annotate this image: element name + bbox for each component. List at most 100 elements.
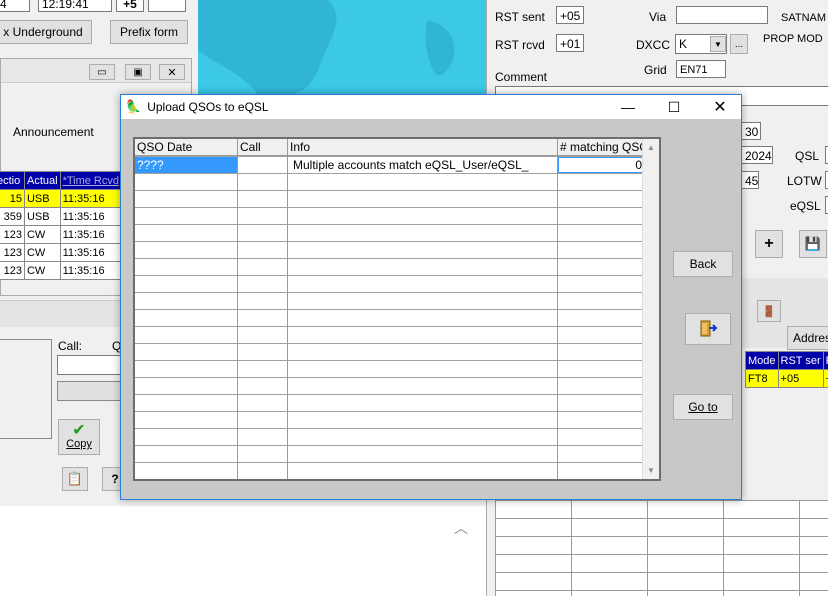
prefix-form-button[interactable]: Prefix form: [110, 20, 188, 44]
underground-button[interactable]: x Underground: [0, 20, 92, 44]
lotw-label: LOTW: [787, 174, 822, 188]
qso-grid: QSO Date Call Info # matching QSO ???? M…: [133, 137, 661, 481]
col-info[interactable]: Info: [288, 139, 558, 156]
comment-label: Comment: [495, 70, 548, 84]
table-cell[interactable]: 11:35:16: [59, 189, 123, 208]
col-time-rcvd[interactable]: *Time Rcvd: [59, 171, 123, 190]
left-lower-panel: Call: Q ✔ Copy 📋 ?: [0, 300, 130, 520]
table-cell[interactable]: 359: [0, 207, 25, 226]
time-field[interactable]: 12:19:41: [38, 0, 112, 12]
minimize-icon[interactable]: —: [605, 95, 651, 119]
dxcc-more-button[interactable]: ...: [730, 34, 748, 54]
table-cell[interactable]: CW: [23, 261, 61, 280]
qso-grid-scrollbar[interactable]: ▲ ▼: [642, 139, 659, 479]
close-icon[interactable]: ✕: [159, 64, 185, 80]
copy-label: Copy: [66, 438, 92, 450]
table-cell[interactable]: 123: [0, 261, 25, 280]
rst-sent-label: RST sent: [495, 10, 545, 24]
table-cell[interactable]: 123: [0, 225, 25, 244]
qso-grid-lines: [135, 156, 645, 479]
grid-field[interactable]: EN71: [676, 60, 726, 78]
lower-strip: [0, 301, 130, 327]
offset-field[interactable]: +5: [116, 0, 144, 12]
exit-button[interactable]: [685, 313, 731, 345]
dialog-titlebar[interactable]: 🦜 Upload QSOs to eQSL — ☐ ✕: [121, 95, 741, 119]
scroll-up-icon[interactable]: ︿: [452, 518, 470, 536]
table-cell[interactable]: 11:35:16: [59, 207, 123, 226]
table-cell[interactable]: 11:35:16: [59, 225, 123, 244]
col-rst-sent[interactable]: RST ser: [777, 351, 824, 370]
col-actual[interactable]: Actual: [23, 171, 61, 190]
table-cell[interactable]: +05: [777, 369, 824, 388]
goto-button[interactable]: Go to: [673, 394, 733, 420]
table-cell[interactable]: 15: [0, 189, 25, 208]
col-mode[interactable]: Mode: [745, 351, 779, 370]
grid-label: Grid: [644, 63, 667, 77]
call-cell[interactable]: [238, 157, 287, 173]
paste-clipboard-button[interactable]: 📋: [62, 467, 88, 491]
qso-grid-header: QSO Date Call Info # matching QSO: [135, 139, 645, 156]
copy-button[interactable]: ✔ Copy: [58, 419, 100, 455]
announcement-tab[interactable]: Announcement: [13, 125, 94, 139]
col-divider: [287, 139, 288, 479]
col-qso-date[interactable]: QSO Date: [135, 139, 238, 156]
rst-rcvd-field[interactable]: +01: [556, 34, 584, 52]
exit-door-icon: [700, 320, 718, 337]
row-partial-field[interactable]: 4: [0, 0, 30, 12]
maximize-icon[interactable]: ☐: [651, 95, 697, 119]
satname-label: SATNAM: [781, 12, 827, 24]
col-call[interactable]: Call: [238, 139, 288, 156]
rst-sent-field[interactable]: +05: [556, 6, 584, 24]
col-divider: [237, 139, 238, 479]
address-tab[interactable]: Addres: [787, 326, 828, 350]
table-cell[interactable]: USB: [23, 207, 61, 226]
eqsl-label: eQSL: [790, 199, 821, 213]
map-landmass: [198, 0, 455, 94]
exit-door-icon-button[interactable]: 🚪: [757, 300, 781, 322]
table-cell[interactable]: FT8: [745, 369, 779, 388]
upload-eqsl-dialog: 🦜 Upload QSOs to eQSL — ☐ ✕ QSO Date Cal…: [120, 94, 742, 500]
call-label: Call:: [58, 339, 83, 353]
dialog-title: Upload QSOs to eQSL: [147, 100, 269, 114]
back-button[interactable]: Back: [673, 251, 733, 277]
scroll-down-icon[interactable]: ▼: [643, 462, 659, 479]
qsl-label: QSL: [795, 149, 820, 163]
via-label: Via: [649, 10, 667, 24]
restore-icon[interactable]: ▣: [125, 64, 151, 80]
add-button[interactable]: +: [755, 230, 783, 258]
left-spots-table: ectio Actual *Time Rcvd 15 USB 11:35:16 …: [0, 171, 123, 280]
chevron-down-icon[interactable]: ▼: [710, 36, 726, 52]
col-divider: [557, 139, 558, 479]
table-cell[interactable]: USB: [23, 189, 61, 208]
notes-box[interactable]: [0, 339, 52, 439]
minimize-icon[interactable]: ▭: [89, 64, 115, 80]
table-cell[interactable]: 11:35:16: [59, 261, 123, 280]
day-field[interactable]: 30: [741, 122, 761, 140]
info-cell[interactable]: Multiple accounts match eQSL_User/eQSL_: [288, 157, 557, 173]
via-field[interactable]: [676, 6, 768, 24]
col-rst-rcvd[interactable]: R: [822, 351, 828, 370]
table-cell[interactable]: CW: [23, 243, 61, 262]
year-field[interactable]: 2024: [741, 146, 773, 164]
matching-cell[interactable]: 0: [558, 157, 645, 173]
table-cell[interactable]: 11:35:16: [59, 243, 123, 262]
dxcc-label: DXCC: [636, 38, 671, 52]
rst-rcvd-label: RST rcvd: [495, 38, 545, 52]
checkmark-icon: ✔: [72, 422, 86, 439]
scroll-up-icon[interactable]: ▲: [643, 139, 659, 156]
col-matching-qso[interactable]: # matching QSO: [558, 139, 645, 156]
table-cell[interactable]: 123: [0, 243, 25, 262]
min-field[interactable]: 45: [741, 171, 759, 189]
table-cell[interactable]: +: [822, 369, 828, 388]
save-button[interactable]: 💾: [799, 230, 827, 258]
table-cell[interactable]: CW: [23, 225, 61, 244]
left-bottom-area: [0, 506, 486, 596]
col-direction[interactable]: ectio: [0, 171, 25, 190]
blank-field[interactable]: [148, 0, 186, 12]
table-row[interactable]: ???? Multiple accounts match eQSL_User/e…: [135, 157, 645, 174]
call-input[interactable]: [57, 355, 127, 375]
close-icon[interactable]: ✕: [697, 95, 743, 119]
right-qso-table: Mode RST ser R FT8 +05 +: [745, 351, 828, 388]
prop-mode-label: PROP MOD: [763, 33, 823, 45]
qso-date-cell[interactable]: ????: [135, 157, 237, 173]
